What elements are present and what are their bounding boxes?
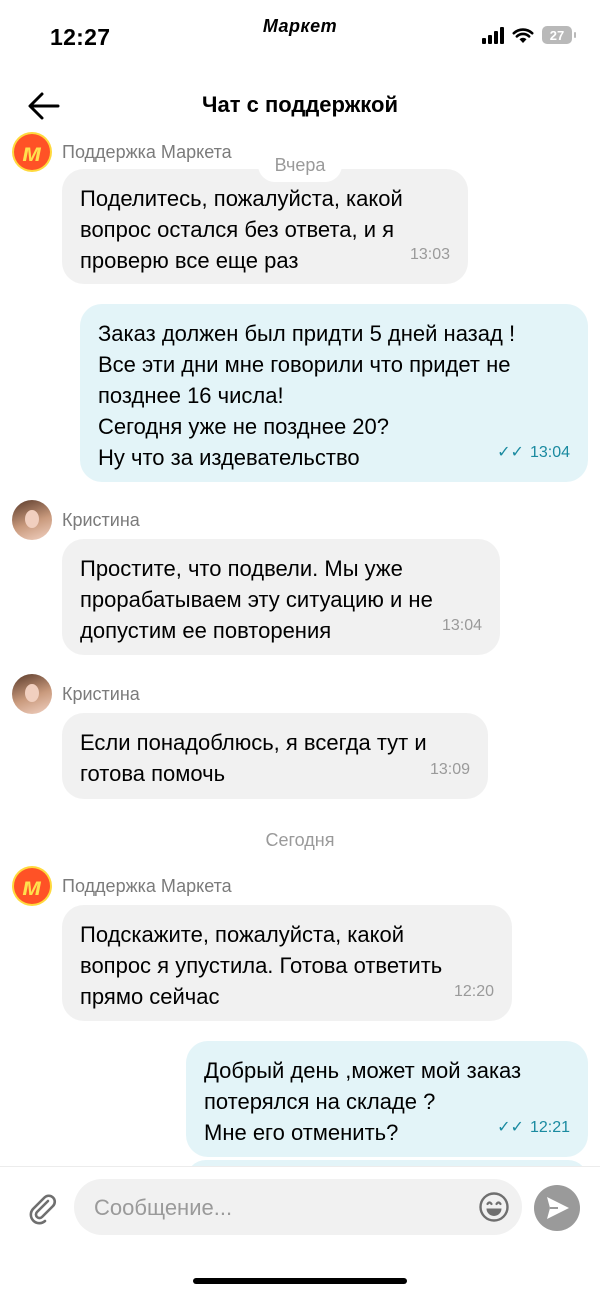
chat-header: Чат с поддержкой [0, 80, 600, 132]
attach-button[interactable] [24, 1189, 60, 1225]
send-button[interactable] [534, 1185, 580, 1231]
message-line: Подскажите, пожалуйста, какой [80, 922, 405, 947]
outgoing-message[interactable]: Добрый день ,может мой заказ потерялся н… [186, 1041, 588, 1157]
sender-name: Кристина [62, 683, 140, 704]
message-line: Все эти дни мне говорили что придет не [98, 352, 511, 377]
signal-icon [482, 26, 504, 44]
incoming-message[interactable]: Простите, что подвели. Мы уже прорабатыв… [62, 539, 500, 655]
sender-row: Кристина [12, 674, 140, 714]
double-check-icon: ✓✓ [497, 444, 524, 461]
agent-avatar [12, 500, 52, 540]
home-indicator [193, 1278, 407, 1284]
sender-row: Кристина [12, 500, 140, 540]
incoming-message[interactable]: Подскажите, пожалуйста, какой вопрос я у… [62, 905, 512, 1021]
message-input-container [74, 1179, 522, 1235]
sender-row: м Поддержка Маркета [12, 132, 232, 172]
message-line: Простите, что подвели. Мы уже [80, 556, 403, 581]
message-time: 12:21 [529, 1119, 570, 1136]
sender-row: м Поддержка Маркета [12, 866, 232, 906]
emoji-icon [479, 1192, 509, 1222]
outgoing-message[interactable]: Заказ должен был придти 5 дней назад ! В… [80, 304, 588, 482]
incoming-message[interactable]: Поделитесь, пожалуйста, какой вопрос ост… [62, 169, 468, 284]
message-status: ✓✓ 13:04 [497, 437, 570, 468]
message-line: прорабатываем эту ситуацию и не [80, 587, 433, 612]
message-line: готова помочь [80, 761, 226, 786]
sender-name: Поддержка Маркета [62, 875, 232, 896]
agent-avatar [12, 674, 52, 714]
message-line: вопрос я упустила. Готова ответить [80, 953, 443, 978]
message-line: проверю все еще раз [80, 248, 299, 273]
message-line: Добрый день ,может мой заказ [204, 1058, 522, 1083]
message-time: 12:20 [453, 983, 494, 1000]
message-time: 13:04 [529, 444, 570, 461]
message-input[interactable] [92, 1189, 466, 1227]
date-separator: Сегодня [265, 830, 335, 850]
send-icon [547, 1197, 569, 1219]
message-line: Если понадоблюсь, я всегда тут и [80, 730, 427, 755]
message-time: 13:09 [429, 761, 470, 778]
page-title: Чат с поддержкой [202, 92, 398, 117]
message-line: Заказ должен был придти 5 дней назад ! [98, 321, 516, 346]
market-avatar: м [12, 132, 52, 172]
message-time: 13:04 [441, 617, 482, 634]
date-separator: Вчера [258, 148, 342, 182]
battery-icon: 27 [542, 26, 576, 44]
sender-name: Поддержка Маркета [62, 141, 232, 162]
message-line: Поделитесь, пожалуйста, какой [80, 186, 403, 211]
incoming-message[interactable]: Если понадоблюсь, я всегда тут и готова … [62, 713, 488, 799]
message-composer [0, 1166, 600, 1251]
emoji-button[interactable] [478, 1191, 510, 1223]
wifi-icon [512, 27, 534, 43]
status-bar: 12:27 Маркет 27 [0, 0, 600, 72]
paperclip-icon [29, 1194, 56, 1225]
message-line: прямо сейчас [80, 984, 220, 1009]
message-time: 13:03 [409, 246, 450, 263]
chat-scroll-area[interactable]: м Поддержка Маркета Поделитесь, пожалуйс… [0, 132, 600, 1166]
message-status: ✓✓ 12:21 [497, 1112, 570, 1143]
market-avatar: м [12, 866, 52, 906]
status-icons: 27 [482, 26, 576, 44]
double-check-icon: ✓✓ [497, 1119, 524, 1136]
message-line: вопрос остался без ответа, и я [80, 217, 395, 242]
message-line: допустим ее повторения [80, 618, 332, 643]
sender-name: Кристина [62, 509, 140, 530]
message-line: позднее 16 числа! [98, 383, 284, 408]
